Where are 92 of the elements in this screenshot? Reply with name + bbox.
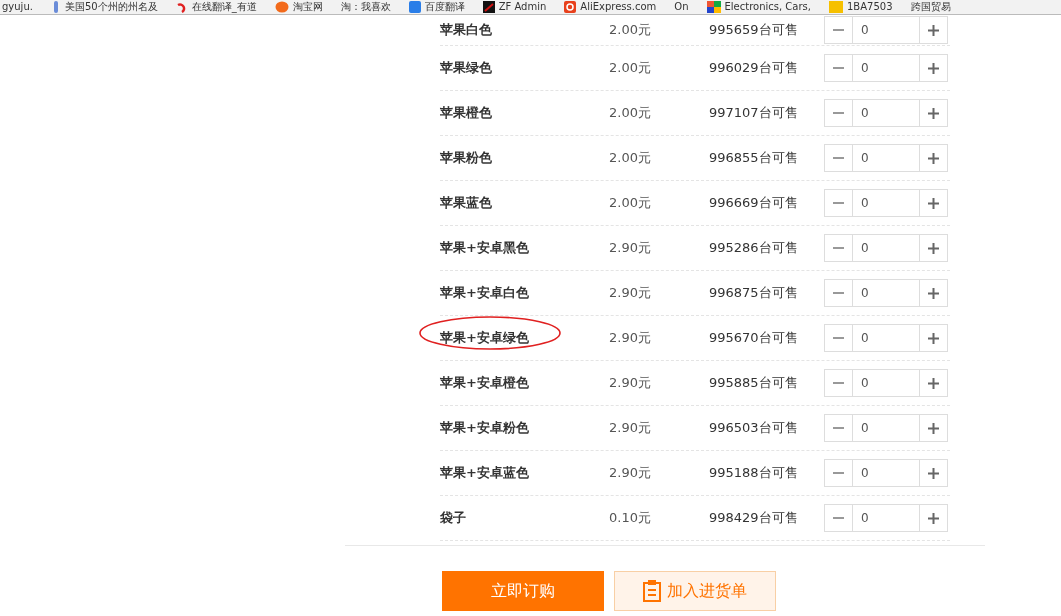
stock-text: 996503台可售 [709, 419, 799, 437]
quantity-stepper[interactable]: 0 [824, 324, 948, 352]
price-text: 2.00元 [609, 149, 652, 167]
quantity-stepper[interactable]: 0 [824, 504, 948, 532]
price-text: 2.00元 [609, 104, 652, 122]
minus-icon [833, 382, 844, 384]
bookmark-link[interactable]: Electronics, Cars, [706, 1, 811, 13]
stock-text: 995188台可售 [709, 464, 799, 482]
plus-icon [928, 332, 939, 344]
minus-icon [833, 202, 844, 204]
bookmark-link[interactable]: gyuju. [2, 1, 33, 13]
plus-icon [928, 24, 939, 36]
product-name: 苹果蓝色 [440, 195, 492, 210]
quantity-stepper[interactable]: 0 [824, 144, 948, 172]
bookmark-link[interactable]: ZF Admin [482, 1, 547, 13]
quantity-stepper[interactable]: 0 [824, 54, 948, 82]
minus-icon [833, 427, 844, 429]
minus-icon [833, 157, 844, 159]
plus-icon [928, 62, 939, 74]
quantity-stepper[interactable]: 0 [824, 234, 948, 262]
product-name: 苹果+安卓蓝色 [440, 465, 529, 480]
stock-text: 996875台可售 [709, 284, 799, 302]
product-name: 苹果粉色 [440, 150, 492, 165]
dark-square-icon [482, 1, 495, 13]
minus-icon [833, 292, 844, 294]
bookmark-link[interactable]: 美国50个州的州名及 [50, 1, 158, 13]
product-name: 袋子 [440, 510, 466, 525]
tile-icon [829, 1, 843, 13]
price-text: 2.00元 [609, 21, 652, 39]
price-text: 2.90元 [609, 284, 652, 302]
product-name: 苹果+安卓白色 [440, 285, 529, 300]
stock-text: 995286台可售 [709, 239, 799, 257]
product-name: 苹果+安卓粉色 [440, 420, 529, 435]
bookmark-link[interactable]: 百度翻译 [408, 1, 465, 13]
product-name: 苹果绿色 [440, 60, 492, 75]
stock-text: 996029台可售 [709, 59, 799, 77]
stock-text: 996669台可售 [709, 194, 799, 212]
plus-icon [928, 152, 939, 164]
plus-icon [928, 377, 939, 389]
bookmark-link[interactable]: 跨国贸易 [910, 1, 951, 13]
quantity-stepper[interactable]: 0 [824, 414, 948, 442]
grid-icon [706, 1, 721, 13]
minus-icon [833, 67, 844, 69]
minus-icon [833, 517, 844, 519]
bookmark-link[interactable]: 在线翻译_有道 [175, 1, 257, 13]
price-text: 2.90元 [609, 419, 652, 437]
stock-text: 998429台可售 [709, 509, 799, 527]
minus-icon [833, 472, 844, 474]
stock-text: 996855台可售 [709, 149, 799, 167]
product-name: 苹果+安卓黑色 [440, 240, 529, 255]
plus-icon [928, 107, 939, 119]
bookmark-link[interactable]: On [674, 1, 689, 13]
plus-icon [928, 422, 939, 434]
plus-icon [928, 512, 939, 524]
price-text: 2.90元 [609, 464, 652, 482]
plus-icon [928, 287, 939, 299]
bookmark-link[interactable]: 淘：我喜欢 [340, 1, 391, 13]
stock-text: 997107台可售 [709, 104, 799, 122]
price-text: 2.00元 [609, 59, 652, 77]
price-text: 2.90元 [609, 329, 652, 347]
quantity-stepper[interactable]: 0 [824, 189, 948, 217]
price-text: 2.00元 [609, 194, 652, 212]
quantity-stepper[interactable]: 0 [824, 99, 948, 127]
price-text: 0.10元 [609, 509, 652, 527]
product-name: 苹果+安卓绿色 [440, 330, 529, 345]
swirl-icon [175, 1, 188, 13]
quantity-stepper[interactable]: 0 [824, 459, 948, 487]
stock-text: 995885台可售 [709, 374, 799, 392]
minus-icon [833, 29, 844, 31]
square-icon [408, 1, 421, 13]
plus-icon [928, 467, 939, 479]
stock-text: 995659台可售 [709, 21, 799, 39]
plus-icon [928, 242, 939, 254]
minus-icon [833, 112, 844, 114]
circle-icon [564, 1, 577, 13]
minus-icon [833, 247, 844, 249]
bookmark-link[interactable]: 1BA7503 [829, 1, 893, 13]
price-text: 2.90元 [609, 239, 652, 257]
product-name: 苹果橙色 [440, 105, 492, 120]
bookmark-link[interactable]: AliExpress.com [564, 1, 657, 13]
plus-icon [928, 197, 939, 209]
bubble-icon [274, 1, 289, 13]
quantity-stepper[interactable]: 0 [824, 369, 948, 397]
price-text: 2.90元 [609, 374, 652, 392]
product-name: 苹果白色 [440, 22, 492, 37]
clipboard-icon [643, 580, 661, 602]
minus-icon [833, 337, 844, 339]
quantity-stepper[interactable]: 0 [824, 279, 948, 307]
quantity-stepper[interactable]: 0 [824, 16, 948, 44]
product-name: 苹果+安卓橙色 [440, 375, 529, 390]
stock-text: 995670台可售 [709, 329, 799, 347]
bookmark-link[interactable]: 淘宝网 [274, 1, 323, 13]
